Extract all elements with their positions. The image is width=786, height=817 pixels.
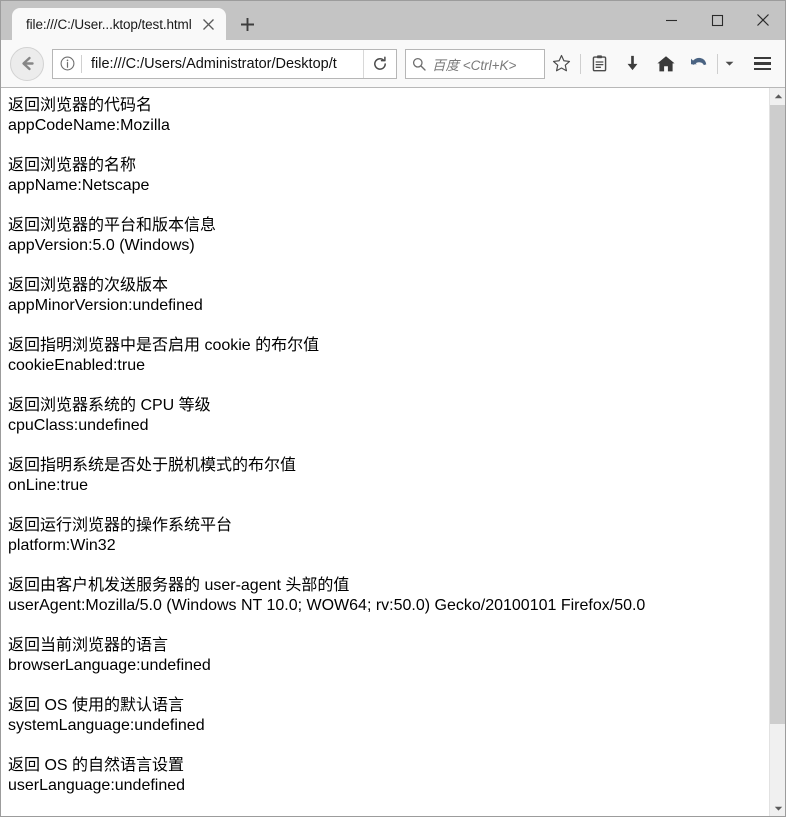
browser-tab-active[interactable]: file:///C:/User...ktop/test.html [12,8,226,40]
info-block: 返回指明浏览器中是否启用 cookie 的布尔值 cookieEnabled:t… [8,336,769,376]
menu-bar-2 [753,62,771,65]
browser-window: file:///C:/User...ktop/test.html file://… [0,0,786,817]
info-value: cookieEnabled:true [8,357,145,374]
info-block: 返回浏览器的代码名 appCodeName:Mozilla [8,96,769,136]
bookmark-button[interactable] [545,47,578,81]
library-button[interactable] [583,47,616,81]
tab-strip: file:///C:/User...ktop/test.html [0,0,786,40]
info-description: 返回指明系统是否处于脱机模式的布尔值 [8,457,297,474]
info-description: 返回 OS 的自然语言设置 [8,757,185,774]
chevron-down-icon[interactable] [720,47,738,81]
info-block: 返回 OS 的自然语言设置 userLanguage:undefined [8,756,769,796]
info-block: 返回浏览器的平台和版本信息 appVersion:5.0 (Windows) [8,216,769,256]
info-block: 返回运行浏览器的操作系统平台 platform:Win32 [8,516,769,556]
info-block: 返回 OS 使用的默认语言 systemLanguage:undefined [8,696,769,736]
back-button[interactable] [10,46,44,81]
info-value: appName:Netscape [8,177,150,194]
info-icon[interactable] [53,56,81,71]
menu-bar-3 [753,67,771,71]
info-description: 返回浏览器的平台和版本信息 [8,217,217,234]
info-description: 返回浏览器系统的 CPU 等级 [8,397,211,414]
tab-title: file:///C:/User...ktop/test.html [26,16,192,32]
info-value: onLine:true [8,477,89,494]
info-value: systemLanguage:undefined [8,717,205,734]
scroll-up-arrow-icon[interactable] [770,88,786,105]
close-window-button[interactable] [740,4,786,36]
info-block: 返回浏览器的名称 appName:Netscape [8,156,769,196]
menu-bar-1 [753,56,771,60]
page-content: 返回浏览器的代码名 appCodeName:Mozilla 返回浏览器的名称 a… [0,88,769,817]
hamburger-menu-button[interactable] [744,47,780,81]
scroll-down-arrow-icon[interactable] [770,800,786,817]
info-value: userLanguage:undefined [8,777,186,794]
vertical-scrollbar[interactable] [769,88,786,817]
info-value: appMinorVersion:undefined [8,297,203,314]
downloads-button[interactable] [616,47,649,81]
toolbar-divider-2 [717,53,718,74]
info-value: cpuClass:undefined [8,417,149,434]
navigation-toolbar: file:///C:/Users/Administrator/Desktop/t… [0,40,786,88]
info-description: 返回浏览器的名称 [8,157,137,174]
info-description: 返回浏览器的代码名 [8,97,153,114]
toolbar-divider [580,53,581,74]
reload-icon[interactable] [363,49,396,78]
maximize-button[interactable] [694,4,740,36]
scrollbar-track[interactable] [770,105,786,800]
search-icon [406,57,432,71]
history-back-button[interactable] [682,47,715,81]
info-block: 返回由客户机发送服务器的 user-agent 头部的值 userAgent:M… [8,576,769,616]
window-controls [648,0,786,40]
close-tab-icon[interactable] [198,13,220,35]
content-area: 返回浏览器的代码名 appCodeName:Mozilla 返回浏览器的名称 a… [0,88,786,817]
url-bar[interactable]: file:///C:/Users/Administrator/Desktop/t [52,48,397,79]
info-block: 返回当前浏览器的语言 browserLanguage:undefined [8,636,769,676]
info-value: platform:Win32 [8,537,116,554]
url-input[interactable]: file:///C:/Users/Administrator/Desktop/t [82,56,363,72]
search-input[interactable]: 百度 <Ctrl+K> [432,54,516,74]
info-value: userAgent:Mozilla/5.0 (Windows NT 10.0; … [8,597,646,614]
scrollbar-thumb[interactable] [770,105,786,724]
info-description: 返回运行浏览器的操作系统平台 [8,517,233,534]
home-button[interactable] [649,47,682,81]
info-block: 返回浏览器的次级版本 appMinorVersion:undefined [8,276,769,316]
minimize-button[interactable] [648,4,694,36]
search-bar[interactable]: 百度 <Ctrl+K> [405,48,545,79]
info-block: 返回指明系统是否处于脱机模式的布尔值 onLine:true [8,456,769,496]
info-description: 返回 OS 使用的默认语言 [8,697,185,714]
new-tab-button[interactable] [232,8,264,40]
info-description: 返回当前浏览器的语言 [8,637,169,654]
info-value: browserLanguage:undefined [8,657,211,674]
info-description: 返回指明浏览器中是否启用 cookie 的布尔值 [8,337,320,354]
info-description: 返回由客户机发送服务器的 user-agent 头部的值 [8,577,350,594]
info-block: 返回浏览器系统的 CPU 等级 cpuClass:undefined [8,396,769,436]
info-value: appCodeName:Mozilla [8,117,170,134]
info-value: appVersion:5.0 (Windows) [8,237,195,254]
info-description: 返回浏览器的次级版本 [8,277,169,294]
